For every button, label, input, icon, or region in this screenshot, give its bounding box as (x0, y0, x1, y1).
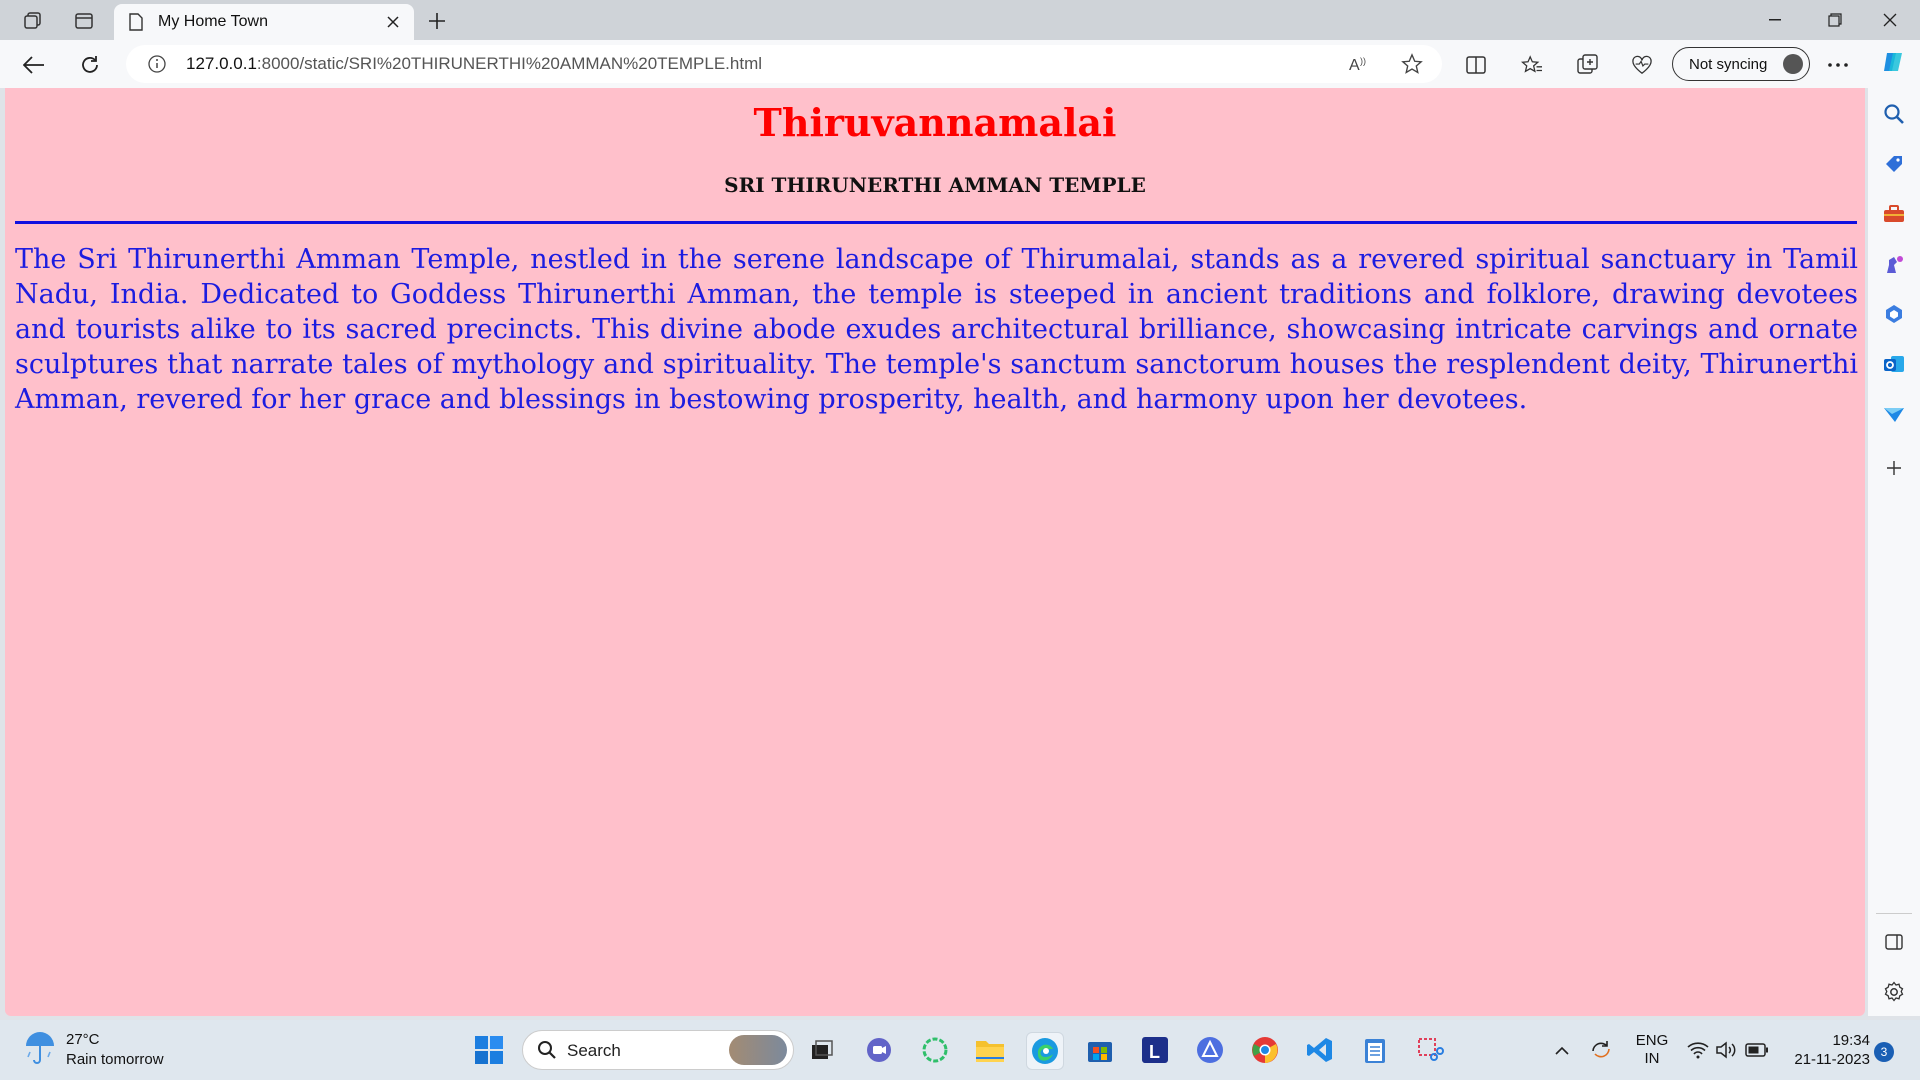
volume-icon[interactable] (1714, 1020, 1738, 1080)
url-text[interactable]: 127.0.0.1:8000/static/SRI%20THIRUNERTHI%… (186, 54, 762, 74)
wifi-icon[interactable] (1686, 1020, 1710, 1080)
outlook-icon[interactable] (1880, 350, 1908, 378)
search-highlight-image (729, 1035, 787, 1065)
microsoft-store-icon[interactable] (1082, 1032, 1118, 1068)
taskbar-search[interactable]: Search (522, 1030, 794, 1070)
page-icon (128, 13, 144, 31)
read-aloud-icon[interactable]: A)) (1344, 48, 1376, 80)
title-bar: My Home Town (0, 0, 1920, 40)
clock-time: 19:34 (1832, 1032, 1870, 1049)
close-window-icon[interactable] (1860, 0, 1920, 40)
notification-count-badge[interactable]: 3 (1874, 1042, 1894, 1062)
l-app-icon[interactable]: L (1137, 1032, 1173, 1068)
weather-temperature: 27°C (66, 1031, 100, 1048)
weather-forecast: Rain tomorrow (66, 1051, 164, 1068)
clock-date: 21-11-2023 (1794, 1051, 1870, 1068)
battery-icon[interactable] (1744, 1020, 1770, 1080)
tab-my-home-town[interactable]: My Home Town (114, 4, 414, 40)
svg-text:)): )) (1360, 56, 1366, 66)
notepad-icon[interactable] (1357, 1032, 1393, 1068)
search-icon[interactable] (1880, 100, 1908, 128)
delta-app-icon[interactable] (1192, 1032, 1228, 1068)
tab-actions-icon[interactable] (71, 8, 97, 34)
more-options-icon[interactable] (1822, 49, 1854, 81)
collections-icon[interactable] (1572, 49, 1604, 81)
settings-gear-icon[interactable] (1880, 978, 1908, 1006)
tools-briefcase-icon[interactable] (1880, 200, 1908, 228)
language-indicator[interactable]: ENG IN (1630, 1020, 1674, 1080)
vscode-icon[interactable] (1302, 1032, 1338, 1068)
microsoft-365-icon[interactable] (1880, 300, 1908, 328)
weather-widget[interactable]: 27°C Rain tomorrow (22, 1030, 164, 1070)
search-label: Search (567, 1041, 621, 1060)
show-hidden-icons-chevron-icon[interactable] (1548, 1020, 1576, 1080)
edge-browser-icon[interactable] (1026, 1032, 1064, 1070)
split-screen-icon[interactable] (1460, 49, 1492, 81)
horizontal-rule (15, 221, 1857, 224)
favorites-icon[interactable] (1516, 49, 1548, 81)
edge-sidebar (1868, 40, 1920, 1016)
minimize-icon[interactable] (1745, 0, 1805, 40)
region-code: IN (1644, 1050, 1660, 1067)
sync-status-icon[interactable] (1586, 1020, 1616, 1080)
page-subtitle: SRI THIRUNERTHI AMMAN TEMPLE (724, 173, 1146, 197)
shopping-tag-icon[interactable] (1880, 150, 1908, 178)
language-code: ENG (1635, 1032, 1669, 1049)
site-info-icon[interactable] (148, 55, 166, 73)
page-viewport: Thiruvannamalai SRI THIRUNERTHI AMMAN TE… (5, 88, 1865, 1016)
browser-toolbar: 127.0.0.1:8000/static/SRI%20THIRUNERTHI%… (0, 40, 1920, 88)
tab-title: My Home Town (158, 13, 268, 30)
svg-text:A: A (1349, 57, 1360, 73)
url-path: :8000/static/SRI%20THIRUNERTHI%20AMMAN%2… (256, 54, 763, 73)
temple-description: The Sri Thirunerthi Amman Temple, nestle… (15, 244, 1858, 415)
snipping-tool-icon[interactable] (1412, 1032, 1448, 1068)
avatar (1783, 54, 1803, 74)
circle-app-icon[interactable] (917, 1032, 953, 1068)
favorite-star-icon[interactable] (1396, 48, 1428, 80)
teams-chat-icon[interactable] (861, 1032, 897, 1068)
url-host: 127.0.0.1 (186, 54, 257, 73)
task-view-icon[interactable] (804, 1032, 840, 1068)
sync-label: Not syncing (1689, 55, 1768, 73)
back-icon[interactable] (18, 49, 50, 81)
chrome-icon[interactable] (1247, 1032, 1283, 1068)
close-tab-icon[interactable] (378, 7, 408, 37)
new-tab-icon[interactable] (424, 8, 450, 34)
hide-sidebar-icon[interactable] (1880, 928, 1908, 956)
address-bar[interactable]: 127.0.0.1:8000/static/SRI%20THIRUNERTHI%… (126, 45, 1442, 83)
search-icon (537, 1040, 557, 1060)
restore-icon[interactable] (1805, 0, 1865, 40)
svg-text:L: L (1149, 1042, 1160, 1062)
copilot-icon[interactable] (1880, 48, 1908, 76)
browser-essentials-icon[interactable] (1626, 49, 1658, 81)
drop-send-icon[interactable] (1880, 400, 1908, 428)
system-clock[interactable]: 19:34 21-11-2023 (1780, 1020, 1870, 1080)
file-explorer-icon[interactable] (972, 1032, 1008, 1068)
refresh-icon[interactable] (74, 49, 106, 81)
add-sidebar-app-icon[interactable] (1880, 454, 1908, 482)
rain-umbrella-icon (22, 1030, 58, 1066)
windows-taskbar: 27°C Rain tomorrow Search L ENG IN 19:34… (0, 1020, 1920, 1080)
profile-sync-button[interactable]: Not syncing (1672, 47, 1810, 81)
games-icon[interactable] (1880, 250, 1908, 278)
start-windows-icon[interactable] (471, 1032, 507, 1068)
page-title: Thiruvannamalai (753, 100, 1117, 145)
workspaces-icon[interactable] (20, 8, 46, 34)
sidebar-divider (1876, 913, 1912, 914)
